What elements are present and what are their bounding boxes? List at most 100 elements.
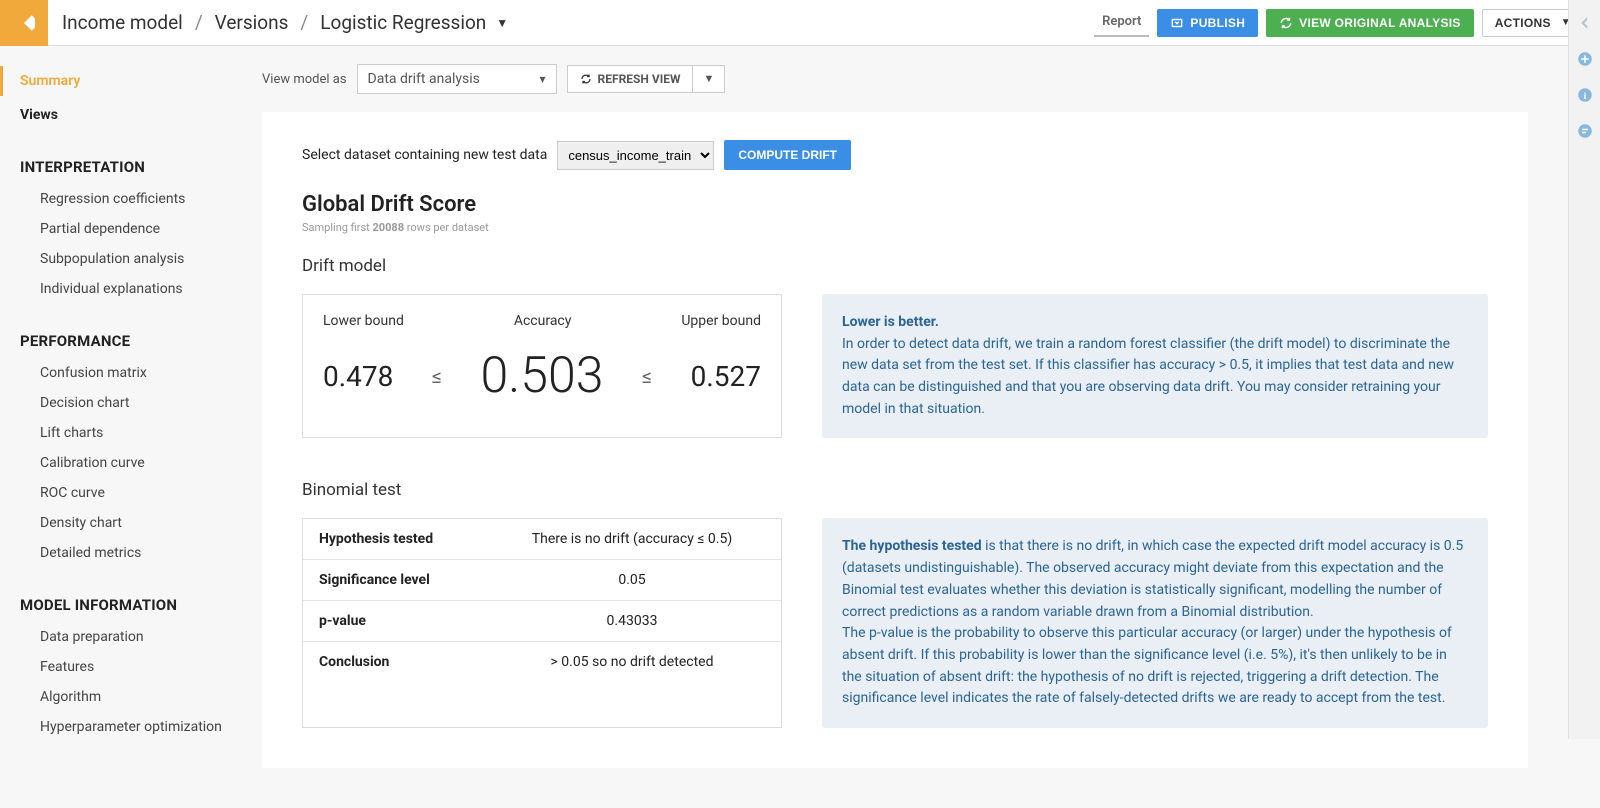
drift-model-row: Lower bound Accuracy Upper bound 0.478 ≤… [302, 294, 1488, 438]
drift-bounds-box: Lower bound Accuracy Upper bound 0.478 ≤… [302, 294, 782, 438]
table-row: Hypothesis tested There is no drift (acc… [303, 519, 781, 560]
breadcrumb-item[interactable]: Income model [62, 11, 183, 34]
accuracy-value: 0.503 [481, 347, 604, 405]
sidebar-item-views[interactable]: Views [20, 100, 262, 130]
sidebar-item-decision-chart[interactable]: Decision chart [20, 388, 262, 418]
breadcrumb-separator: / [195, 11, 203, 34]
dataset-selector-label: Select dataset containing new test data [302, 147, 547, 163]
sidebar-item-hyperparameter-optimization[interactable]: Hyperparameter optimization [20, 712, 262, 742]
report-link[interactable]: Report [1094, 8, 1149, 37]
refresh-view-group: REFRESH VIEW ▼ [567, 65, 726, 93]
publish-button[interactable]: PUBLISH [1157, 9, 1258, 37]
topbar: Income model / Versions / Logistic Regre… [0, 0, 1600, 46]
binomial-key: p-value [319, 613, 499, 629]
binomial-info-lead: The hypothesis tested [842, 538, 982, 554]
drift-model-heading: Drift model [302, 256, 1488, 276]
bounds-values: 0.478 ≤ 0.503 ≤ 0.527 [323, 347, 761, 405]
sampling-note: Sampling first 20088 rows per dataset [302, 221, 1488, 234]
binomial-table: Hypothesis tested There is no drift (acc… [302, 518, 782, 728]
breadcrumb-current-label: Logistic Regression [320, 11, 486, 34]
binomial-row: Hypothesis tested There is no drift (acc… [302, 518, 1488, 728]
bounds-labels: Lower bound Accuracy Upper bound [323, 313, 761, 329]
binomial-key: Conclusion [319, 654, 499, 670]
sidebar-heading-model-information: MODEL INFORMATION [20, 596, 262, 614]
sampling-suffix: rows per dataset [404, 221, 489, 234]
drift-info-body: In order to detect data drift, we train … [842, 336, 1454, 417]
binomial-val: 0.43033 [499, 613, 765, 629]
table-row: Conclusion > 0.05 so no drift detected [303, 642, 781, 682]
view-model-as-label: View model as [262, 72, 347, 87]
sidebar-item-summary[interactable]: Summary [0, 66, 262, 96]
sampling-count: 20088 [373, 221, 405, 234]
compute-drift-button[interactable]: COMPUTE DRIFT [724, 140, 851, 170]
chevron-down-icon: ▼ [496, 16, 508, 30]
svg-text:i: i [1583, 91, 1586, 102]
table-row: Significance level 0.05 [303, 560, 781, 601]
right-rail: i [1568, 0, 1600, 739]
sampling-prefix: Sampling first [302, 221, 373, 234]
binomial-val: There is no drift (accuracy ≤ 0.5) [499, 531, 765, 547]
recycle-icon [1279, 16, 1293, 30]
sidebar-item-data-preparation[interactable]: Data preparation [20, 622, 262, 652]
leq-symbol: ≤ [432, 364, 442, 388]
breadcrumb-separator: / [300, 11, 308, 34]
app-logo[interactable] [0, 0, 48, 46]
binomial-key: Significance level [319, 572, 499, 588]
sidebar-item-subpopulation-analysis[interactable]: Subpopulation analysis [20, 244, 262, 274]
actions-label: ACTIONS [1495, 16, 1551, 30]
breadcrumb: Income model / Versions / Logistic Regre… [62, 11, 508, 34]
sidebar-item-individual-explanations[interactable]: Individual explanations [20, 274, 262, 304]
sidebar-item-calibration-curve[interactable]: Calibration curve [20, 448, 262, 478]
view-original-analysis-button[interactable]: VIEW ORIGINAL ANALYSIS [1266, 9, 1474, 37]
refresh-view-button[interactable]: REFRESH VIEW [567, 65, 694, 93]
publish-label: PUBLISH [1190, 16, 1245, 30]
app-logo-icon [13, 12, 35, 34]
sidebar-heading-interpretation: INTERPRETATION [20, 158, 262, 176]
upper-bound-value: 0.527 [691, 360, 761, 393]
dataset-selector-row: Select dataset containing new test data … [302, 140, 1488, 170]
plus-circle-icon[interactable] [1576, 50, 1594, 68]
breadcrumb-item[interactable]: Versions [215, 11, 289, 34]
sidebar-item-features[interactable]: Features [20, 652, 262, 682]
drift-info-box: Lower is better. In order to detect data… [822, 294, 1488, 438]
sidebar-item-algorithm[interactable]: Algorithm [20, 682, 262, 712]
lower-bound-label: Lower bound [323, 313, 404, 329]
sidebar-item-regression-coefficients[interactable]: Regression coefficients [20, 184, 262, 214]
global-drift-title: Global Drift Score [302, 192, 1488, 217]
lower-bound-value: 0.478 [323, 360, 393, 393]
binomial-val: 0.05 [499, 572, 765, 588]
binomial-key: Hypothesis tested [319, 531, 499, 547]
refresh-view-dropdown[interactable]: ▼ [693, 65, 725, 93]
arrow-left-icon[interactable] [1576, 14, 1594, 32]
accuracy-label: Accuracy [514, 313, 572, 329]
topbar-actions: Report PUBLISH VIEW ORIGINAL ANALYSIS AC… [1094, 8, 1600, 37]
drift-info-lead: Lower is better. [842, 314, 939, 330]
sidebar-item-partial-dependence[interactable]: Partial dependence [20, 214, 262, 244]
leq-symbol: ≤ [642, 364, 652, 388]
binomial-info-box: The hypothesis tested is that there is n… [822, 518, 1488, 728]
publish-icon [1170, 16, 1184, 30]
binomial-test-heading: Binomial test [302, 480, 1488, 500]
table-row: p-value 0.43033 [303, 601, 781, 642]
info-circle-icon[interactable]: i [1576, 86, 1594, 104]
sidebar-heading-performance: PERFORMANCE [20, 332, 262, 350]
dataset-select[interactable]: census_income_train [557, 141, 714, 170]
main-content: View model as Data drift analysis REFRES… [262, 46, 1568, 808]
sidebar-item-roc-curve[interactable]: ROC curve [20, 478, 262, 508]
sidebar-item-lift-charts[interactable]: Lift charts [20, 418, 262, 448]
view-original-label: VIEW ORIGINAL ANALYSIS [1299, 16, 1461, 30]
refresh-view-label: REFRESH VIEW [598, 72, 681, 86]
breadcrumb-item-current[interactable]: Logistic Regression ▼ [320, 11, 508, 34]
view-model-as-select[interactable]: Data drift analysis [357, 64, 557, 94]
refresh-icon [580, 73, 592, 85]
upper-bound-label: Upper bound [681, 313, 761, 329]
sidebar-item-detailed-metrics[interactable]: Detailed metrics [20, 538, 262, 568]
sidebar-item-density-chart[interactable]: Density chart [20, 508, 262, 538]
sidebar: Summary Views INTERPRETATION Regression … [0, 46, 262, 808]
binomial-val: > 0.05 so no drift detected [499, 654, 765, 670]
drift-card: Select dataset containing new test data … [262, 112, 1528, 768]
sidebar-item-confusion-matrix[interactable]: Confusion matrix [20, 358, 262, 388]
main-layout: Summary Views INTERPRETATION Regression … [0, 46, 1600, 808]
chat-circle-icon[interactable] [1576, 122, 1594, 140]
view-model-as-row: View model as Data drift analysis REFRES… [262, 64, 1528, 94]
